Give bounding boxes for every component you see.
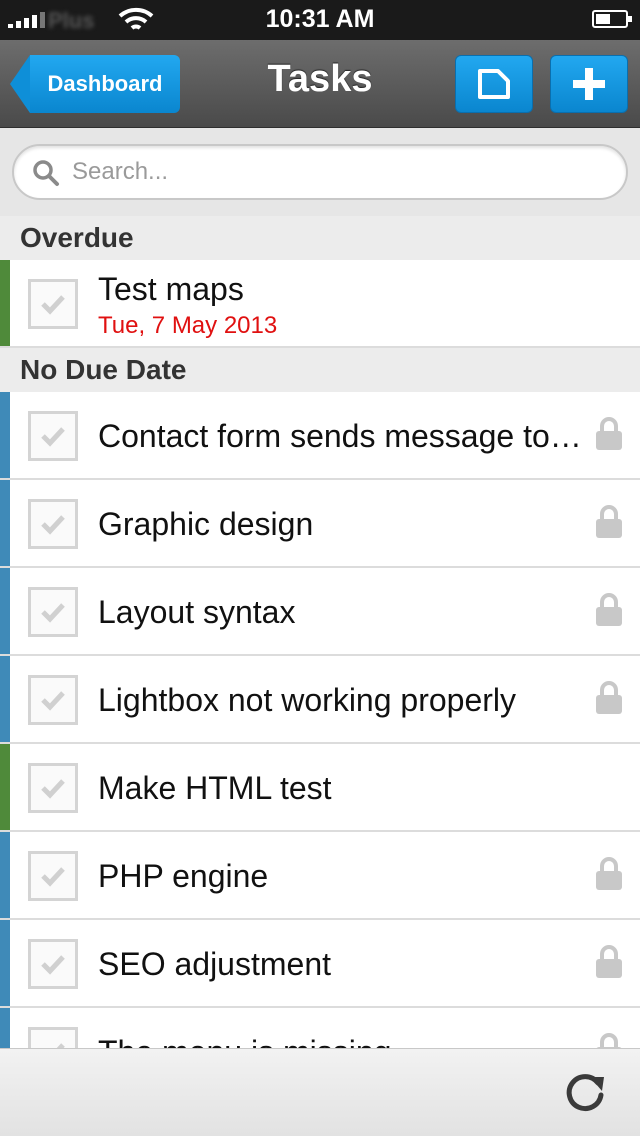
checkmark-icon xyxy=(41,691,65,711)
checkmark-icon xyxy=(41,603,65,623)
bottom-toolbar xyxy=(0,1048,640,1136)
task-color-stripe xyxy=(0,480,10,566)
task-row[interactable]: Lightbox not working properly xyxy=(0,656,640,744)
task-row[interactable]: Contact form sends message to the wrong … xyxy=(0,392,640,480)
task-color-stripe xyxy=(0,656,10,742)
lock-icon xyxy=(596,857,622,890)
task-title: Layout syntax xyxy=(98,594,296,630)
checkmark-icon xyxy=(41,427,65,447)
checkmark-icon xyxy=(41,867,65,887)
back-button-label: Dashboard xyxy=(30,55,180,113)
task-color-stripe xyxy=(0,568,10,654)
search-icon xyxy=(33,160,59,186)
plus-icon xyxy=(573,68,605,100)
section-header-overdue: Overdue xyxy=(0,216,640,260)
dashboard-back-button[interactable]: Dashboard xyxy=(10,55,180,113)
battery-icon xyxy=(592,10,632,28)
task-title: Contact form sends message to the wrong … xyxy=(98,418,582,454)
task-checkbox[interactable] xyxy=(28,499,78,549)
refresh-icon[interactable] xyxy=(560,1069,610,1119)
task-checkbox[interactable] xyxy=(28,939,78,989)
task-row[interactable]: Test maps Tue, 7 May 2013 xyxy=(0,260,640,348)
back-arrow-icon xyxy=(10,55,30,113)
section-header-no-due-date: No Due Date xyxy=(0,348,640,392)
search-bar xyxy=(0,128,640,216)
lock-icon xyxy=(596,505,622,538)
search-input[interactable] xyxy=(72,154,612,190)
checkmark-icon xyxy=(41,515,65,535)
task-color-stripe xyxy=(0,260,10,346)
checkmark-icon xyxy=(41,955,65,975)
lock-icon xyxy=(596,945,622,978)
task-title: PHP engine xyxy=(98,858,269,894)
status-time: 10:31 AM xyxy=(265,5,375,33)
task-row[interactable]: PHP engine xyxy=(0,832,640,920)
navigation-bar: Dashboard Tasks xyxy=(0,40,640,128)
task-row[interactable]: Make HTML test xyxy=(0,744,640,832)
task-checkbox[interactable] xyxy=(28,587,78,637)
new-folder-button[interactable] xyxy=(455,55,533,113)
task-color-stripe xyxy=(0,744,10,830)
task-title: Lightbox not working properly xyxy=(98,682,517,718)
task-due-date: Tue, 7 May 2013 xyxy=(98,312,278,339)
task-title: Test maps xyxy=(98,272,244,306)
checkmark-icon xyxy=(41,779,65,799)
task-checkbox[interactable] xyxy=(28,851,78,901)
task-title: Graphic design xyxy=(98,506,314,542)
task-checkbox[interactable] xyxy=(28,675,78,725)
task-checkbox[interactable] xyxy=(28,411,78,461)
checkmark-icon xyxy=(41,295,65,315)
task-color-stripe xyxy=(0,392,10,478)
task-row[interactable]: SEO adjustment xyxy=(0,920,640,1008)
task-color-stripe xyxy=(0,832,10,918)
task-row[interactable]: Layout syntax xyxy=(0,568,640,656)
add-task-button[interactable] xyxy=(550,55,628,113)
task-row[interactable]: Graphic design xyxy=(0,480,640,568)
task-color-stripe xyxy=(0,920,10,1006)
lock-icon xyxy=(596,681,622,714)
task-checkbox[interactable] xyxy=(28,279,78,329)
task-title: Make HTML test xyxy=(98,770,332,806)
lock-icon xyxy=(596,593,622,626)
lock-icon xyxy=(596,417,622,450)
folder-icon xyxy=(478,69,510,99)
search-box[interactable] xyxy=(12,144,628,200)
task-checkbox[interactable] xyxy=(28,763,78,813)
status-bar: Plus 10:31 AM xyxy=(0,0,640,40)
task-title: SEO adjustment xyxy=(98,946,331,982)
